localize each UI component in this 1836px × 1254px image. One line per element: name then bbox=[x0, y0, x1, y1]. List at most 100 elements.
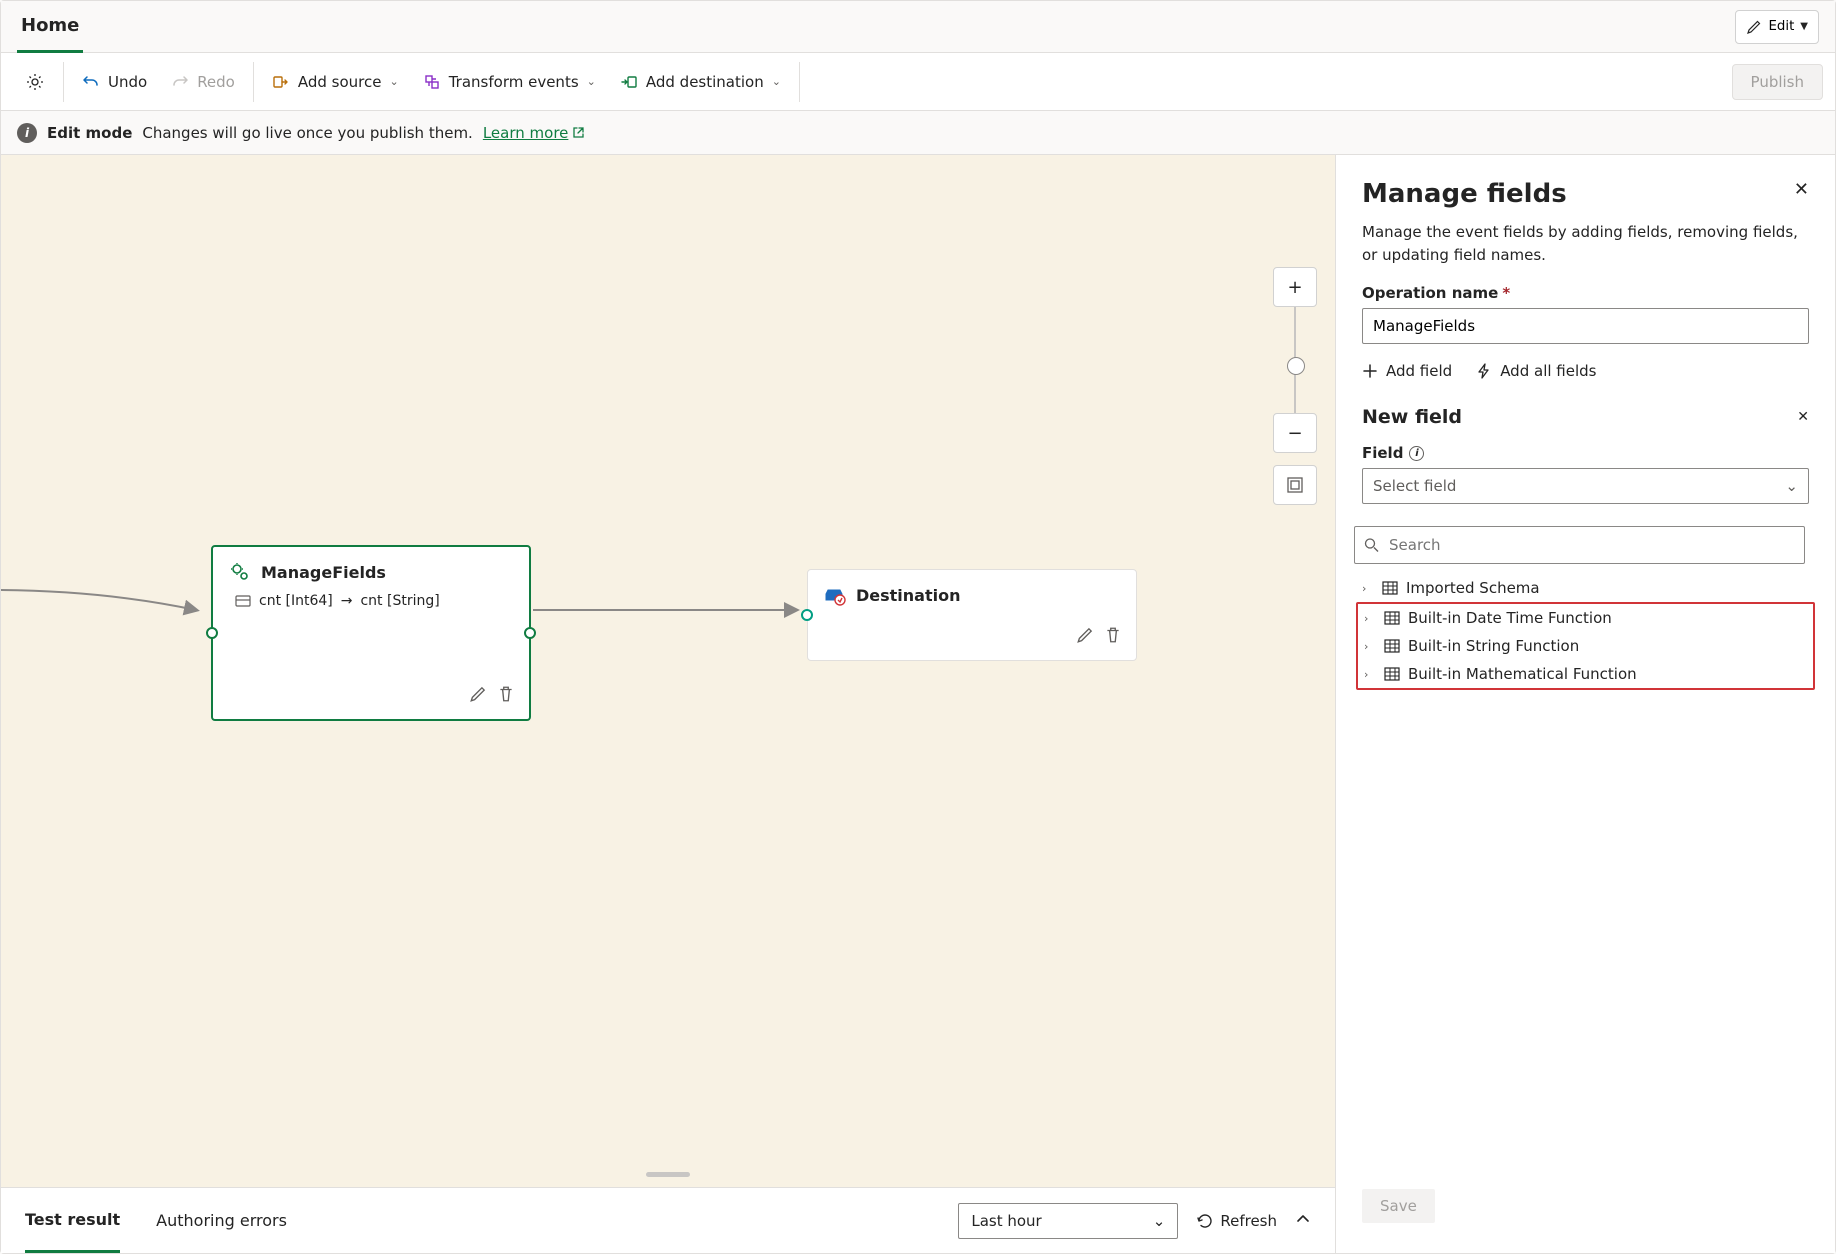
table-icon bbox=[1384, 667, 1400, 681]
learn-more-label: Learn more bbox=[483, 124, 569, 142]
close-new-field-button[interactable]: ✕ bbox=[1797, 409, 1809, 425]
undo-button[interactable]: Undo bbox=[70, 63, 159, 101]
tree-item-label: Imported Schema bbox=[1406, 579, 1540, 597]
divider bbox=[799, 62, 800, 102]
refresh-label: Refresh bbox=[1220, 1212, 1277, 1230]
port-out[interactable] bbox=[524, 627, 536, 639]
delete-node-button[interactable] bbox=[497, 685, 515, 707]
select-field-dropdown[interactable]: Select field ⌄ bbox=[1362, 468, 1809, 504]
time-range-select[interactable]: Last hour ⌄ bbox=[958, 1203, 1178, 1239]
table-icon bbox=[1384, 639, 1400, 653]
time-range-label: Last hour bbox=[971, 1212, 1041, 1230]
field-tree: › Imported Schema › Built-in Date Time F… bbox=[1336, 570, 1835, 694]
add-field-button[interactable]: Add field bbox=[1362, 362, 1452, 380]
collapse-panel-button[interactable] bbox=[1295, 1211, 1311, 1231]
save-button[interactable]: Save bbox=[1362, 1189, 1435, 1223]
bottom-bar: Test result Authoring errors Last hour ⌄… bbox=[1, 1187, 1335, 1253]
redo-icon bbox=[171, 73, 189, 91]
edit-node-button[interactable] bbox=[1076, 626, 1094, 648]
node-destination[interactable]: Destination bbox=[807, 569, 1137, 661]
zoom-in-button[interactable]: + bbox=[1273, 267, 1317, 307]
edit-button[interactable]: Edit ▼ bbox=[1735, 10, 1819, 44]
chevron-down-icon: ⌄ bbox=[390, 75, 399, 88]
edit-node-button[interactable] bbox=[469, 685, 487, 707]
toolbar: Undo Redo Add source ⌄ Transform bbox=[1, 53, 1835, 111]
panel-title: Manage fields bbox=[1362, 179, 1567, 209]
tree-item-label: Built-in Mathematical Function bbox=[1408, 665, 1637, 683]
add-source-label: Add source bbox=[298, 73, 382, 91]
panel-description: Manage the event fields by adding fields… bbox=[1336, 217, 1835, 284]
settings-button[interactable] bbox=[13, 63, 57, 101]
zoom-slider[interactable] bbox=[1294, 307, 1296, 413]
tree-item-imported-schema[interactable]: › Imported Schema bbox=[1356, 574, 1815, 602]
redo-button[interactable]: Redo bbox=[159, 63, 247, 101]
tree-item-string-function[interactable]: › Built-in String Function bbox=[1358, 632, 1813, 660]
operation-name-label: Operation name* bbox=[1336, 284, 1835, 302]
chevron-right-icon: › bbox=[1364, 612, 1376, 625]
chevron-down-icon: ⌄ bbox=[587, 75, 596, 88]
chevron-right-icon: › bbox=[1364, 668, 1376, 681]
chevron-down-icon: ⌄ bbox=[772, 75, 781, 88]
tab-test-result[interactable]: Test result bbox=[25, 1188, 120, 1253]
external-link-icon bbox=[572, 126, 585, 139]
port-in[interactable] bbox=[206, 627, 218, 639]
publish-button[interactable]: Publish bbox=[1732, 64, 1823, 100]
tree-item-label: Built-in String Function bbox=[1408, 637, 1579, 655]
node-managefields[interactable]: ManageFields cnt [Int64] → cnt [String] bbox=[211, 545, 531, 721]
tab-home[interactable]: Home bbox=[17, 1, 83, 53]
add-destination-label: Add destination bbox=[646, 73, 764, 91]
node-body-from: cnt [Int64] bbox=[259, 593, 333, 609]
ribbon-tab-row: Home Edit ▼ bbox=[1, 1, 1835, 53]
add-destination-button[interactable]: Add destination ⌄ bbox=[608, 63, 793, 101]
node-title: ManageFields bbox=[261, 563, 386, 582]
add-all-fields-button[interactable]: Add all fields bbox=[1476, 362, 1596, 380]
field-label: Field i bbox=[1336, 434, 1835, 462]
redo-label: Redo bbox=[197, 73, 235, 91]
resize-handle[interactable] bbox=[646, 1172, 690, 1177]
divider bbox=[63, 62, 64, 102]
learn-more-link[interactable]: Learn more bbox=[483, 124, 586, 142]
info-icon: i bbox=[1409, 446, 1424, 461]
close-panel-button[interactable]: ✕ bbox=[1794, 179, 1809, 200]
fit-to-screen-button[interactable] bbox=[1273, 465, 1317, 505]
add-source-button[interactable]: Add source ⌄ bbox=[260, 63, 411, 101]
select-field-placeholder: Select field bbox=[1373, 477, 1456, 495]
edit-mode-msg: Changes will go live once you publish th… bbox=[142, 124, 472, 142]
caret-down-icon: ▼ bbox=[1800, 21, 1808, 32]
chevron-right-icon: › bbox=[1364, 640, 1376, 653]
tab-authoring-errors[interactable]: Authoring errors bbox=[156, 1188, 287, 1253]
chevron-down-icon: ⌄ bbox=[1153, 1212, 1166, 1230]
gear-icon bbox=[25, 72, 45, 92]
info-icon: i bbox=[17, 123, 37, 143]
highlighted-functions-box: › Built-in Date Time Function › Built-in… bbox=[1356, 602, 1815, 690]
divider bbox=[253, 62, 254, 102]
table-icon bbox=[1384, 611, 1400, 625]
side-panel: Manage fields ✕ Manage the event fields … bbox=[1335, 155, 1835, 1253]
node-body-to: cnt [String] bbox=[360, 593, 439, 609]
column-icon bbox=[235, 594, 251, 608]
operation-name-input[interactable] bbox=[1362, 308, 1809, 344]
info-bar: i Edit mode Changes will go live once yo… bbox=[1, 111, 1835, 155]
lightning-icon bbox=[1476, 363, 1492, 379]
transform-label: Transform events bbox=[449, 73, 579, 91]
search-icon bbox=[1364, 538, 1379, 553]
edit-button-label: Edit bbox=[1768, 19, 1794, 34]
refresh-icon bbox=[1196, 1212, 1214, 1230]
add-all-fields-label: Add all fields bbox=[1500, 362, 1596, 380]
delete-node-button[interactable] bbox=[1104, 626, 1122, 648]
refresh-button[interactable]: Refresh bbox=[1196, 1212, 1277, 1230]
pencil-icon bbox=[1746, 19, 1762, 35]
undo-label: Undo bbox=[108, 73, 147, 91]
search-input[interactable] bbox=[1354, 526, 1805, 564]
pipeline-canvas[interactable]: ManageFields cnt [Int64] → cnt [String] bbox=[1, 155, 1335, 1253]
tree-item-math-function[interactable]: › Built-in Mathematical Function bbox=[1358, 660, 1813, 688]
port-in[interactable] bbox=[801, 609, 813, 621]
add-field-label: Add field bbox=[1386, 362, 1452, 380]
zoom-out-button[interactable]: − bbox=[1273, 413, 1317, 453]
add-source-icon bbox=[272, 73, 290, 91]
tree-item-datetime-function[interactable]: › Built-in Date Time Function bbox=[1358, 604, 1813, 632]
node-title: Destination bbox=[856, 586, 961, 605]
transform-events-button[interactable]: Transform events ⌄ bbox=[411, 63, 608, 101]
new-field-heading: New field bbox=[1362, 406, 1462, 428]
transform-icon bbox=[423, 73, 441, 91]
